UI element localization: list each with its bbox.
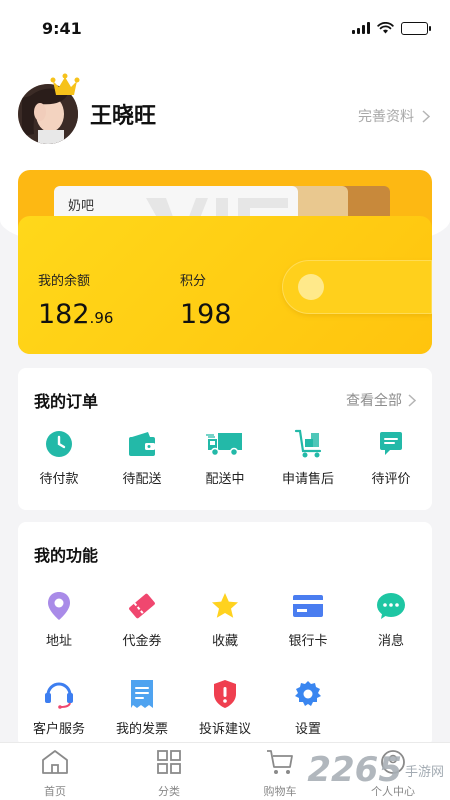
order-pending-payment[interactable]: 待付款: [18, 428, 100, 487]
balance-block[interactable]: 我的余额 182.96: [38, 270, 113, 330]
feature-label: 代金券: [122, 634, 162, 649]
feature-label: 银行卡: [288, 634, 328, 649]
order-item-label: 配送中: [205, 472, 245, 487]
order-item-label: 申请售后: [281, 472, 334, 487]
watermark-number: 2265: [307, 750, 402, 790]
feature-customer-service[interactable]: 客户服务: [18, 678, 100, 737]
features-panel: 我的功能 地址 代金券 收藏 银行卡 消息 客户服务 我的发票 投诉建议 设置: [18, 522, 432, 747]
coupon-icon: [129, 593, 155, 619]
order-item-label: 待付款: [39, 472, 79, 487]
order-pending-review[interactable]: 待评价: [350, 428, 432, 487]
user-name: 王晓旺: [90, 104, 157, 129]
feature-address[interactable]: 地址: [18, 590, 100, 649]
points-value: 198: [180, 299, 232, 330]
feature-label: 我的发票: [115, 722, 168, 737]
feature-label: 设置: [294, 722, 321, 737]
location-pin-icon: [48, 592, 70, 620]
tab-categories[interactable]: 分类: [124, 749, 214, 799]
feature-complaints[interactable]: 投诉建议: [184, 678, 266, 737]
status-icons: [352, 21, 431, 35]
features-title: 我的功能: [34, 546, 99, 565]
balance-label: 我的余额: [38, 274, 91, 289]
gear-icon: [295, 681, 321, 706]
headset-icon: [45, 682, 73, 709]
cart-icon: [267, 750, 293, 774]
wifi-icon: [377, 22, 394, 34]
message-icon: [377, 593, 405, 619]
points-label: 积分: [180, 274, 207, 289]
comment-icon: [380, 432, 402, 455]
clock-icon: [46, 431, 72, 457]
bank-card-icon: [293, 595, 323, 617]
feature-messages[interactable]: 消息: [350, 590, 432, 649]
wallet-front: 我的余额 182.96 积分 198: [18, 216, 432, 354]
order-pending-delivery[interactable]: 待配送: [101, 428, 183, 487]
star-icon: [212, 593, 238, 618]
feature-settings[interactable]: 设置: [267, 678, 349, 737]
feature-label: 投诉建议: [198, 722, 251, 737]
order-after-sales[interactable]: 申请售后: [267, 428, 349, 487]
shield-alert-icon: [214, 680, 236, 708]
watermark-text: 手游网: [404, 764, 444, 780]
feature-invoice[interactable]: 我的发票: [101, 678, 183, 737]
view-all-label: 查看全部: [346, 393, 402, 409]
feature-favorites[interactable]: 收藏: [184, 590, 266, 649]
orders-title: 我的订单: [34, 392, 99, 411]
feature-coupon[interactable]: 代金券: [101, 590, 183, 649]
view-all-orders-link[interactable]: 查看全部: [346, 390, 416, 410]
order-item-label: 待配送: [122, 472, 162, 487]
orders-panel: 我的订单 查看全部 待付款 待配送 配送中 申请售后 待评价: [18, 368, 432, 510]
feature-label: 收藏: [211, 634, 238, 649]
crown-icon: [50, 73, 80, 95]
grid-icon: [157, 750, 181, 774]
cellular-signal-icon: [352, 22, 370, 34]
tab-label: 分类: [158, 785, 180, 798]
points-block[interactable]: 积分 198: [180, 270, 232, 330]
status-time: 9:41: [42, 18, 82, 38]
cart-dolly-icon: [294, 429, 322, 458]
wallet-clasp: [282, 260, 432, 314]
wallet-icon: [129, 432, 155, 456]
bottom-tab-bar: 首页 分类 购物车 个人中心 2265 手游网: [0, 742, 450, 800]
feature-label: 地址: [45, 634, 72, 649]
profile-header[interactable]: 王晓旺: [18, 84, 156, 144]
order-item-label: 待评价: [371, 472, 411, 487]
card-name: 奶吧: [68, 199, 95, 214]
tab-home[interactable]: 首页: [10, 749, 100, 799]
edit-profile-label: 完善资料: [358, 109, 414, 125]
order-in-delivery[interactable]: 配送中: [184, 428, 266, 487]
home-icon: [42, 750, 68, 774]
invoice-icon: [131, 680, 153, 708]
feature-label: 消息: [377, 634, 404, 649]
edit-profile-link[interactable]: 完善资料: [358, 106, 430, 126]
feature-bank-card[interactable]: 银行卡: [267, 590, 349, 649]
status-bar: 9:41: [0, 0, 450, 56]
battery-icon: [401, 21, 431, 35]
tab-label: 首页: [44, 785, 66, 798]
wallet-card[interactable]: 奶吧 我的余额 182.96 积分 198: [18, 170, 432, 354]
chevron-right-icon: [408, 393, 416, 407]
truck-icon: [206, 433, 242, 457]
watermark: 2265 手游网: [307, 750, 444, 790]
feature-label: 客户服务: [32, 722, 85, 737]
chevron-right-icon: [422, 109, 430, 123]
balance-value: 182.96: [38, 299, 114, 330]
